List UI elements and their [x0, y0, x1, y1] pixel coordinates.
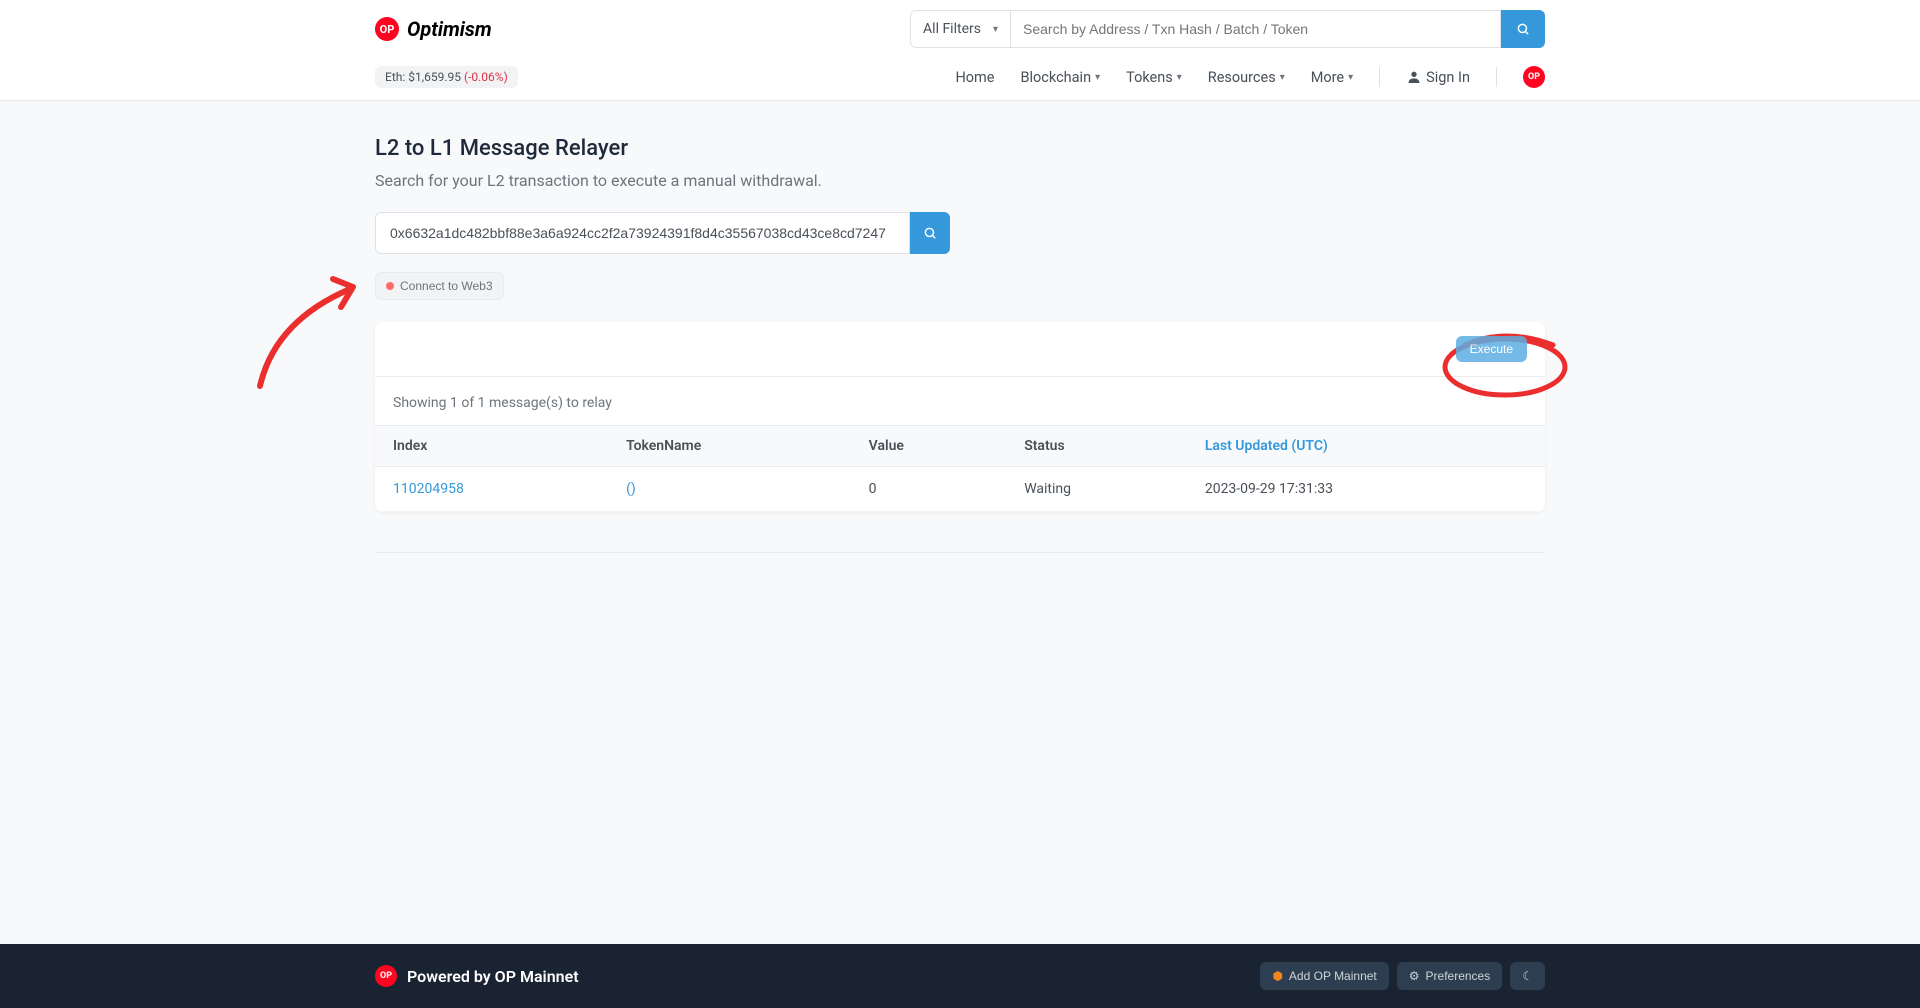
main-nav: Home Blockchain ▾ Tokens ▾ Resources ▾ More… — [955, 66, 1545, 88]
nav-signin-label: Sign In — [1426, 69, 1470, 86]
nav-signin[interactable]: Sign In — [1406, 69, 1470, 86]
search-icon — [923, 226, 937, 240]
nav-blockchain-label: Blockchain — [1020, 69, 1091, 86]
op-network-icon[interactable]: OP — [1523, 66, 1545, 88]
footer-brand: OP Powered by OP Mainnet — [375, 965, 579, 987]
global-search-button[interactable] — [1501, 10, 1545, 48]
chevron-down-icon: ▾ — [1177, 72, 1182, 83]
cell-token[interactable]: () — [626, 481, 636, 497]
add-mainnet-label: Add OP Mainnet — [1289, 969, 1377, 983]
eth-change-value: (-0.06%) — [464, 70, 508, 84]
nav-blockchain[interactable]: Blockchain ▾ — [1020, 69, 1100, 86]
page-title: L2 to L1 Message Relayer — [375, 136, 1545, 161]
th-updated[interactable]: Last Updated (UTC) — [1187, 426, 1545, 467]
nav-tokens[interactable]: Tokens ▾ — [1126, 69, 1182, 86]
execute-button[interactable]: Execute — [1456, 336, 1527, 362]
nav-divider — [1379, 67, 1380, 87]
nav-more-label: More — [1311, 69, 1344, 86]
page-subtitle: Search for your L2 transaction to execut… — [375, 171, 1545, 190]
annotation-arrow-icon — [245, 271, 375, 391]
th-value: Value — [851, 426, 1007, 467]
cell-status: Waiting — [1006, 467, 1187, 512]
preferences-label: Preferences — [1426, 969, 1491, 983]
th-updated-label: Last Updated (UTC) — [1205, 438, 1328, 454]
table-row: 110204958 () 0 Waiting 2023-09-29 17:31:… — [375, 467, 1545, 512]
footer-powered-label: Powered by OP Mainnet — [407, 967, 579, 986]
eth-price-badge: Eth: $1,659.95 (-0.06%) — [375, 66, 518, 88]
chevron-down-icon: ▾ — [1095, 72, 1100, 83]
add-op-mainnet-button[interactable]: ⬢ Add OP Mainnet — [1260, 962, 1388, 990]
chevron-down-icon: ▾ — [993, 24, 998, 35]
status-dot-icon — [386, 282, 394, 290]
nav-tokens-label: Tokens — [1126, 69, 1173, 86]
cell-value: 0 — [851, 467, 1007, 512]
person-icon — [1406, 69, 1422, 85]
nav-resources-label: Resources — [1208, 69, 1276, 86]
chevron-down-icon: ▾ — [1348, 72, 1353, 83]
th-status: Status — [1006, 426, 1187, 467]
th-token: TokenName — [608, 426, 851, 467]
nav-more[interactable]: More ▾ — [1311, 69, 1353, 86]
filter-label: All Filters — [923, 21, 981, 37]
nav-divider — [1496, 67, 1497, 87]
cell-index[interactable]: 110204958 — [393, 481, 464, 497]
footer: OP Powered by OP Mainnet ⬢ Add OP Mainne… — [0, 944, 1920, 1008]
global-search-input[interactable] — [1011, 10, 1501, 48]
search-icon — [1516, 22, 1530, 36]
gear-icon: ⚙ — [1409, 969, 1420, 983]
tx-hash-input[interactable] — [375, 212, 910, 254]
op-badge-icon: OP — [375, 17, 399, 41]
brand-logo[interactable]: OP Optimism — [375, 17, 492, 41]
fox-icon: ⬢ — [1272, 969, 1282, 983]
relay-table: Index TokenName Value Status Last Update… — [375, 425, 1545, 512]
chevron-down-icon: ▾ — [1280, 72, 1285, 83]
header: OP Optimism All Filters ▾ Eth: $1,659.95… — [0, 0, 1920, 101]
moon-icon: ☾ — [1522, 969, 1533, 983]
nav-resources[interactable]: Resources ▾ — [1208, 69, 1285, 86]
eth-price-value: $1,659.95 — [408, 70, 461, 84]
theme-toggle-button[interactable]: ☾ — [1510, 962, 1545, 990]
relay-card: Execute Showing 1 of 1 message(s) to rel… — [375, 322, 1545, 512]
tx-search-button[interactable] — [910, 212, 950, 254]
filter-dropdown[interactable]: All Filters ▾ — [910, 10, 1011, 48]
cell-updated: 2023-09-29 17:31:33 — [1187, 467, 1545, 512]
footer-divider — [375, 552, 1545, 553]
nav-home[interactable]: Home — [955, 69, 994, 86]
th-index: Index — [375, 426, 608, 467]
main-content: L2 to L1 Message Relayer Search for your… — [0, 101, 1920, 613]
preferences-button[interactable]: ⚙ Preferences — [1397, 962, 1502, 990]
brand-name: Optimism — [407, 17, 492, 41]
showing-text: Showing 1 of 1 message(s) to relay — [375, 377, 1545, 425]
eth-label: Eth: — [385, 70, 408, 84]
connect-label: Connect to Web3 — [400, 279, 493, 293]
connect-web3-button[interactable]: Connect to Web3 — [375, 272, 504, 300]
op-badge-icon: OP — [375, 965, 397, 987]
